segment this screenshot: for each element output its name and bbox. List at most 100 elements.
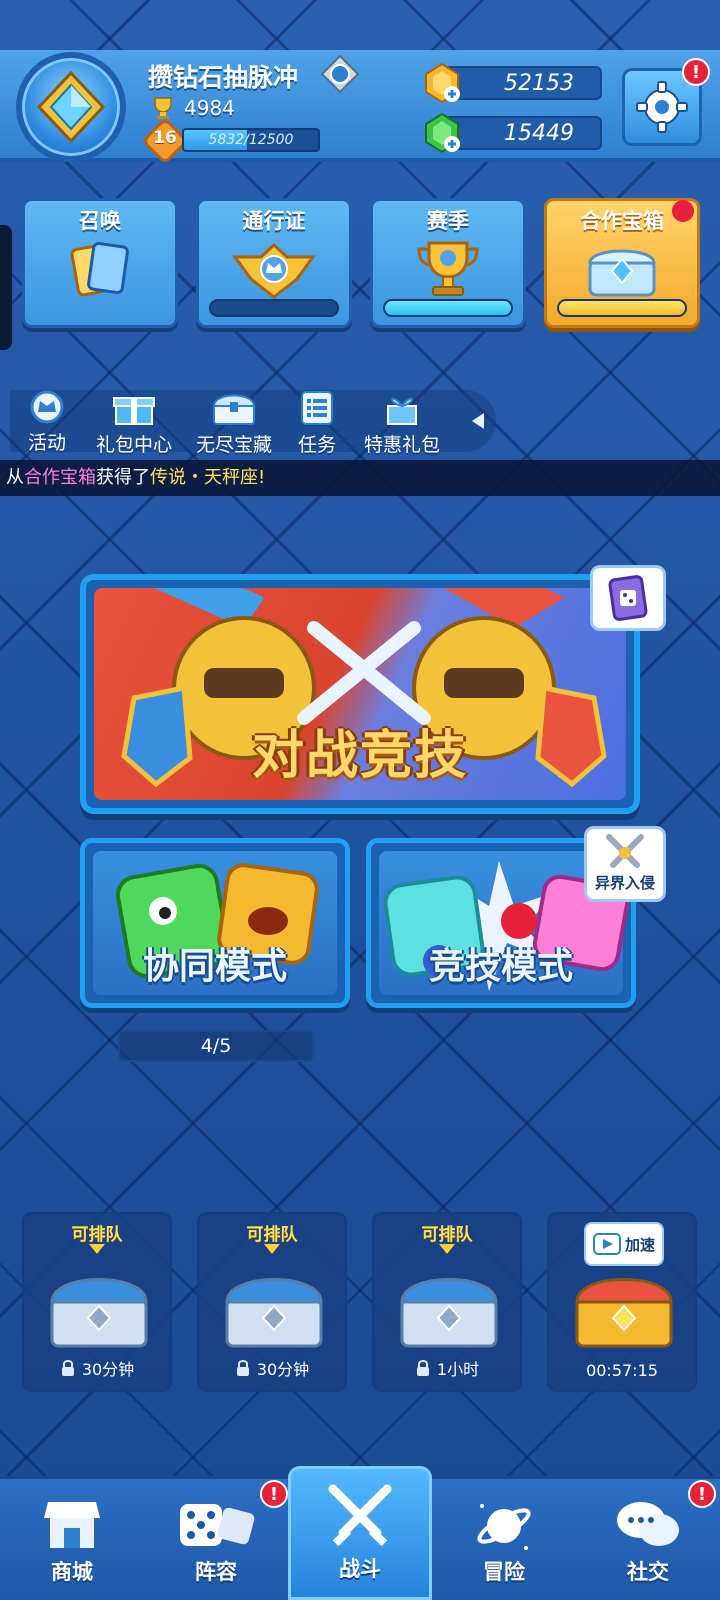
chest-slot-2[interactable]: 可排队 30分钟 <box>197 1212 347 1392</box>
chevron-left-icon <box>472 413 484 429</box>
ticker-item: 天秤座 <box>204 467 258 488</box>
dice-card-icon <box>608 575 648 621</box>
settings-alert-icon: ! <box>682 58 710 86</box>
chest-time: 1小时 <box>374 1356 520 1380</box>
lineup-alert-icon: ! <box>260 1480 288 1508</box>
ticker-prefix: 从 <box>6 467 24 488</box>
down-arrow-icon <box>439 1244 455 1254</box>
silver-chest-icon <box>225 1278 323 1348</box>
reward-ticker: 从合作宝箱获得了传说・天秤座! <box>0 460 720 496</box>
lock-icon <box>61 1360 74 1376</box>
coop-chest-icon <box>588 249 656 297</box>
gold-counter[interactable]: 52153 <box>425 62 602 104</box>
tab-adventure[interactable]: 冒险 <box>432 1476 576 1600</box>
activity-label: 活动 <box>28 432 67 454</box>
battle-title: 对战竞技 <box>251 726 468 786</box>
ticker-suffix: ! <box>258 467 266 488</box>
collapse-nav-button[interactable] <box>460 396 496 446</box>
chest-queue-label: 可排队 <box>421 1225 473 1245</box>
shop-storefront-icon <box>44 1502 100 1548</box>
chat-bubbles-icon <box>617 1502 679 1546</box>
nav-tasks[interactable]: 任务 <box>298 390 336 457</box>
summon-card[interactable]: 召唤 <box>22 198 178 328</box>
diamond-rank-icon <box>36 70 106 144</box>
player-header: 攒钻石抽脉冲 4984 16 5832/12500 52153 15449 ! <box>0 50 720 166</box>
summon-label: 召唤 <box>79 209 121 233</box>
tab-battle[interactable]: 战斗 <box>288 1466 432 1600</box>
chest-queue-label: 可排队 <box>71 1225 123 1245</box>
gem-counter[interactable]: 15449 <box>425 112 602 154</box>
green-gem-plus-icon <box>425 112 460 154</box>
ticker-middle: 获得了 <box>96 467 150 488</box>
coop-chest-red-dot-icon <box>672 200 694 222</box>
battle-pass-card[interactable]: 通行证 <box>196 198 352 328</box>
play-video-icon <box>592 1233 621 1255</box>
gift-box-icon <box>113 397 155 425</box>
tab-lineup-label: 阵容 <box>195 1560 237 1584</box>
coop-chest-progress-bar <box>557 299 687 317</box>
speed-up-label: 加速 <box>624 1235 655 1254</box>
coop-mode-button[interactable]: 协同模式 <box>80 838 350 1008</box>
chest-slot-3[interactable]: 可排队 1小时 <box>372 1212 522 1392</box>
nav-gift-center[interactable]: 礼包中心 <box>96 390 172 457</box>
crossed-swords-icon <box>606 834 644 868</box>
tasks-label: 任务 <box>298 434 337 456</box>
trophy-cup-icon <box>417 241 479 296</box>
xp-bar: 5832/12500 <box>182 128 320 152</box>
chest-duration: 30分钟 <box>81 1360 135 1379</box>
tab-shop[interactable]: 商城 <box>0 1476 144 1600</box>
pvp-mode-title: 竞技模式 <box>428 946 573 987</box>
gold-coin-plus-icon <box>425 62 460 104</box>
gift-center-label: 礼包中心 <box>96 434 173 456</box>
crossed-swords-icon <box>328 1484 392 1547</box>
player-avatar[interactable] <box>16 52 126 162</box>
chest-queue-label: 可排队 <box>246 1225 298 1245</box>
lock-icon <box>416 1360 429 1376</box>
side-drawer-tab[interactable] <box>0 225 12 350</box>
speed-up-button[interactable]: 加速 <box>584 1222 664 1266</box>
coop-progress: 4/5 <box>118 1030 314 1062</box>
player-level: 16 <box>153 128 177 148</box>
nav-special-pack[interactable]: 特惠礼包 <box>364 390 440 457</box>
deck-card-button[interactable] <box>590 565 666 631</box>
planet-adventure-icon <box>477 1504 531 1550</box>
status-area <box>0 0 720 50</box>
dice-lineup-icon <box>180 1504 255 1546</box>
battle-arena-button[interactable]: 对战竞技 <box>80 574 640 814</box>
chest-duration: 1小时 <box>436 1360 480 1379</box>
tab-adventure-label: 冒险 <box>483 1560 525 1584</box>
summon-cards-icon <box>70 242 129 297</box>
rank-badge-icon[interactable] <box>320 54 360 94</box>
otherworld-invasion-button[interactable]: 异界入侵 <box>584 826 666 902</box>
season-label: 赛季 <box>427 209 469 233</box>
gem-value: 15449 <box>504 121 574 146</box>
pass-progress-bar <box>209 299 339 317</box>
battle-pass-label: 通行证 <box>242 209 306 233</box>
ticker-rarity: 传说 <box>150 467 186 488</box>
coop-mode-title: 协同模式 <box>142 946 287 987</box>
gear-icon <box>636 81 688 133</box>
gold-value: 52153 <box>504 71 574 96</box>
tab-social-label: 社交 <box>627 1560 669 1584</box>
special-pack-label: 特惠礼包 <box>364 434 441 456</box>
battle-art: 对战竞技 <box>94 581 626 800</box>
chest-countdown: 00:57:15 <box>549 1361 695 1380</box>
silver-chest-icon <box>400 1278 498 1348</box>
activity-crown-icon <box>30 390 64 424</box>
nav-endless-treasure[interactable]: 无尽宝藏 <box>196 390 272 457</box>
tab-shop-label: 商城 <box>51 1560 93 1584</box>
chest-slot-1[interactable]: 可排队 30分钟 <box>22 1212 172 1392</box>
trophy-icon <box>154 97 172 119</box>
pass-crown-badge-icon <box>232 242 316 299</box>
treasure-chest-icon <box>212 394 256 425</box>
season-card[interactable]: 赛季 <box>370 198 526 328</box>
chest-time: 30分钟 <box>199 1356 345 1380</box>
invasion-label: 异界入侵 <box>594 874 655 892</box>
coop-mode-art: 协同模式 <box>93 851 337 995</box>
trophy-count: 4984 <box>184 96 235 120</box>
nav-activity[interactable]: 活动 <box>28 390 66 455</box>
silver-chest-icon <box>50 1278 148 1348</box>
task-list-icon <box>301 391 333 425</box>
season-progress-bar <box>383 299 513 317</box>
chest-duration: 30分钟 <box>256 1360 310 1379</box>
